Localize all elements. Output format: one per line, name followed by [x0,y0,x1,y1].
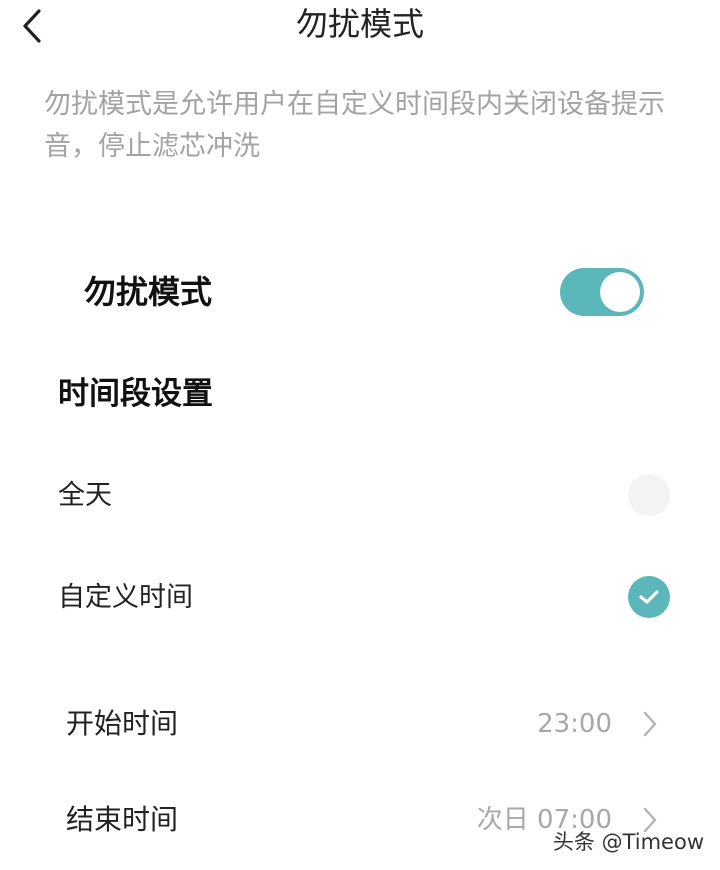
option-label: 自定义时间 [58,582,193,613]
description-text: 勿扰模式是允许用户在自定义时间段内关闭设备提示音，停止滤芯冲洗 [44,89,665,162]
chevron-right-icon [643,711,657,737]
toggle-knob [600,272,640,312]
radio-checked[interactable] [628,576,670,618]
schedule-section-heading: 时间段设置 [58,376,213,412]
option-custom-time[interactable]: 自定义时间 [0,570,720,630]
dnd-mode-label: 勿扰模式 [84,273,213,311]
radio-unchecked[interactable] [628,474,670,516]
start-time-value: 23:00 [537,709,612,739]
page-title: 勿扰模式 [295,5,424,43]
checkmark-icon [639,590,659,604]
start-time-row[interactable]: 开始时间 23:00 [0,696,720,756]
option-label: 全天 [58,480,112,511]
end-time-label: 结束时间 [66,803,179,836]
start-time-label: 开始时间 [66,707,179,740]
nav-bar: 勿扰模式 [0,0,720,56]
option-all-day[interactable]: 全天 [0,468,720,528]
dnd-mode-toggle[interactable] [560,268,644,316]
watermark: 头条 @Timeow [552,830,704,854]
